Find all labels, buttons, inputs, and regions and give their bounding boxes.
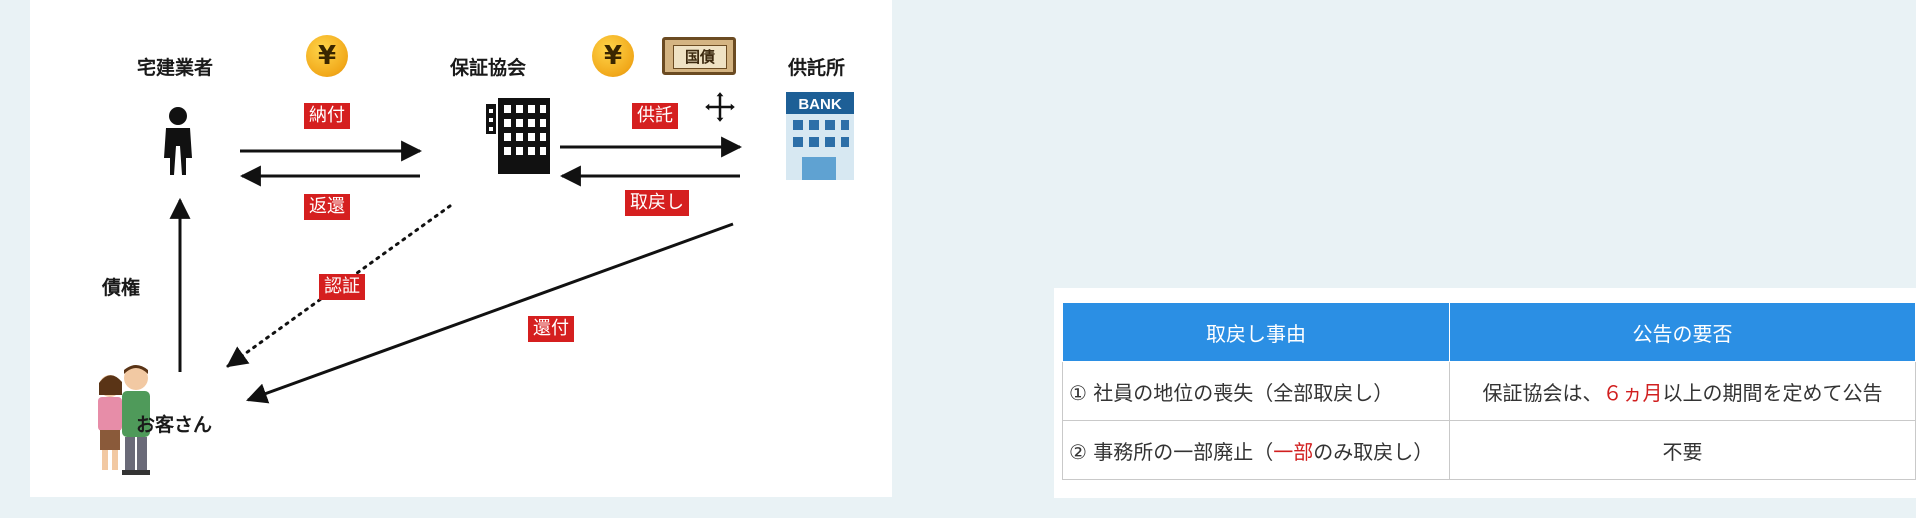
arrow-refund (246, 222, 734, 404)
building-icon (486, 98, 550, 174)
row2-reason: ② 事務所の一部廃止（一部のみ取戻し） (1062, 420, 1450, 480)
row1-notice: 保証協会は、６ヵ月以上の期間を定めて公告 (1449, 361, 1916, 421)
tag-withdraw: 取戻し (625, 190, 689, 216)
row2-reason-before: ② 事務所の一部廃止（ (1069, 439, 1274, 464)
node-dealer: 宅建業者 (137, 57, 214, 79)
tag-deposit: 供託 (632, 103, 678, 129)
move-cursor-icon (703, 90, 737, 124)
diagram-panel: BANK 宅建業者 保証協会 供託所 お客さん 債権 ¥ ¥ 国債 納付 返還 … (30, 0, 892, 497)
header-notice: 公告の要否 (1449, 302, 1916, 362)
tag-refund: 還付 (528, 316, 574, 342)
row1-notice-after: 以上の期間を定めて公告 (1662, 380, 1883, 405)
row1-notice-before: 保証協会は、 (1482, 380, 1603, 405)
row2-reason-highlight: 一部 (1273, 439, 1314, 464)
bank-icon: BANK (786, 92, 854, 180)
tag-payment: 納付 (304, 103, 350, 129)
bank-sign: BANK (798, 96, 841, 113)
bond-label: 国債 (673, 45, 727, 69)
node-customer: お客さん (136, 414, 213, 436)
row1-reason: ① 社員の地位の喪失（全部取戻し） (1062, 361, 1450, 421)
row2-notice: 不要 (1449, 420, 1916, 480)
person-icon (164, 107, 192, 175)
table-header-row: 取戻し事由 公告の要否 (1062, 302, 1916, 362)
tag-certify: 認証 (319, 274, 365, 300)
table-row: ② 事務所の一部廃止（一部のみ取戻し） 不要 (1062, 420, 1916, 480)
bond-icon: 国債 (662, 37, 736, 75)
table-row: ① 社員の地位の喪失（全部取戻し） 保証協会は、６ヵ月以上の期間を定めて公告 (1062, 361, 1916, 421)
header-reason: 取戻し事由 (1062, 302, 1450, 362)
row2-reason-after: のみ取戻し） (1313, 439, 1434, 464)
yen-coin-icon: ¥ (306, 35, 348, 77)
withdrawal-reasons-table: 取戻し事由 公告の要否 ① 社員の地位の喪失（全部取戻し） 保証協会は、６ヵ月以… (1062, 302, 1916, 480)
table-panel: 取戻し事由 公告の要否 ① 社員の地位の喪失（全部取戻し） 保証協会は、６ヵ月以… (1054, 288, 1916, 498)
node-association: 保証協会 (450, 57, 527, 79)
node-depository: 供託所 (788, 57, 846, 79)
yen-coin-icon: ¥ (592, 35, 634, 77)
claim-label: 債権 (102, 277, 141, 299)
tag-return: 返還 (304, 194, 350, 220)
row1-notice-highlight: ６ヵ月 (1602, 380, 1663, 405)
